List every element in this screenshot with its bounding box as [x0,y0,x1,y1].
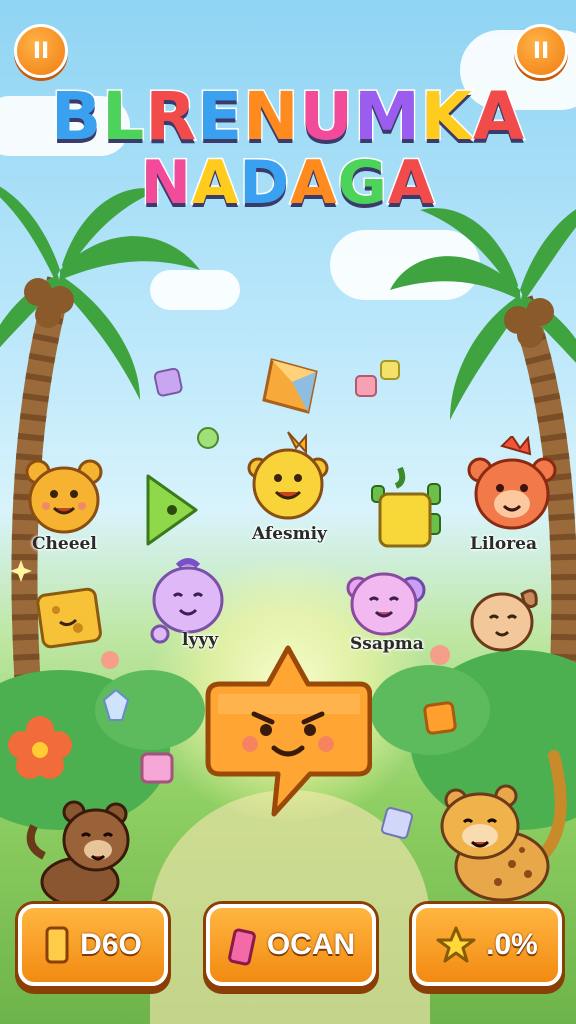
pink-candy-icon [227,928,256,966]
pause-button-left[interactable]: II [14,24,68,78]
brown-bear [26,800,130,906]
title-letter: K [419,77,473,157]
title-letter: A [190,147,240,220]
character-label: Afesmiy [252,524,327,544]
title-letter: M [353,77,422,157]
gem-yellow [380,360,400,380]
spotted-cat [440,750,567,902]
gem-orange-cube [423,701,457,735]
title-letter: N [139,147,192,220]
character-yellow-bear[interactable] [22,456,106,536]
character-label: Cheeel [32,534,97,554]
title-letter: A [471,77,526,157]
gem-green [197,427,219,449]
title-letter: U [298,77,355,157]
title-letter: D [238,147,291,220]
game-title-line2: NADAGA [0,147,576,220]
gem-pink [355,375,377,397]
bottom-button-label: D6O [80,928,142,961]
orange-card-icon [45,926,69,964]
bottom-button-candy[interactable]: OCAN [206,904,376,986]
bottom-button-label: OCAN [266,928,356,961]
gem-blue [102,688,130,721]
character-red-bear[interactable] [466,436,558,534]
pause-icon: II [532,38,550,64]
character-cheese-block[interactable] [34,582,104,652]
bottom-button-label: .0% [486,928,538,961]
title-letter: B [49,77,103,157]
title-letter: A [386,147,436,220]
pause-icon: II [32,38,50,64]
character-yellow-cube[interactable] [366,464,446,554]
pause-button-right[interactable]: II [514,24,568,78]
game-screen: Cheeel Afesmiy Lilorea lyyy Ssapma II II… [0,0,576,1024]
title-letter: N [242,77,300,157]
title-letter: E [196,77,244,157]
bottom-button-cards[interactable]: D6O [18,904,168,986]
hero-star-block[interactable] [204,644,372,818]
character-yellow-sun[interactable] [240,428,336,524]
title-letter: A [289,147,338,220]
gem-purple [153,367,183,397]
game-title-line1: BLRENUMKA [0,77,576,157]
sparkle-icon [10,560,32,582]
gem-orange [262,358,318,414]
bottom-button-star[interactable]: .0% [412,904,562,986]
title-letter: L [101,77,146,157]
title-letter: G [336,147,388,220]
title-letter: R [144,77,198,157]
gem-pink-cube [140,752,174,784]
character-tan-dog[interactable] [464,580,544,656]
character-pink-blob[interactable] [344,566,428,640]
character-label: Lilorea [470,534,537,554]
character-green-triangle[interactable] [138,470,202,550]
gem-lavender-cube [380,806,414,840]
star-icon [436,926,476,963]
